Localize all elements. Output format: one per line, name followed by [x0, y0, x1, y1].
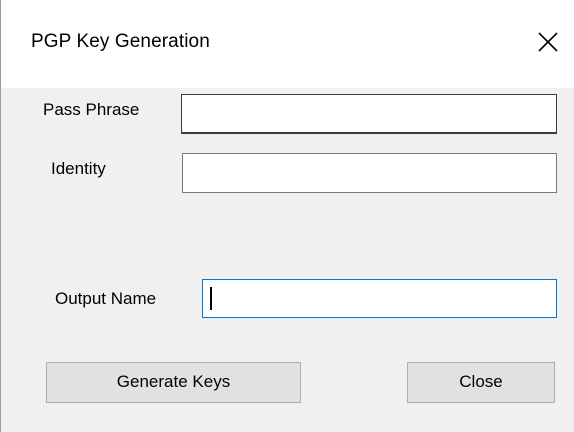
close-icon[interactable]	[535, 29, 561, 55]
pass-phrase-input[interactable]	[181, 94, 557, 134]
identity-input[interactable]	[182, 153, 557, 193]
output-name-label: Output Name	[55, 289, 157, 308]
pass-phrase-label: Pass Phrase	[43, 100, 140, 119]
title-bar[interactable]: PGP Key Generation	[1, 0, 574, 88]
identity-label: Identity	[51, 159, 106, 178]
text-caret	[210, 287, 212, 310]
close-button[interactable]: Close	[407, 362, 555, 403]
output-name-input[interactable]	[202, 279, 557, 318]
dialog-window: PGP Key Generation Pass Phrase Identity …	[0, 0, 574, 432]
generate-keys-button[interactable]: Generate Keys	[46, 362, 301, 403]
window-title: PGP Key Generation	[31, 31, 210, 52]
